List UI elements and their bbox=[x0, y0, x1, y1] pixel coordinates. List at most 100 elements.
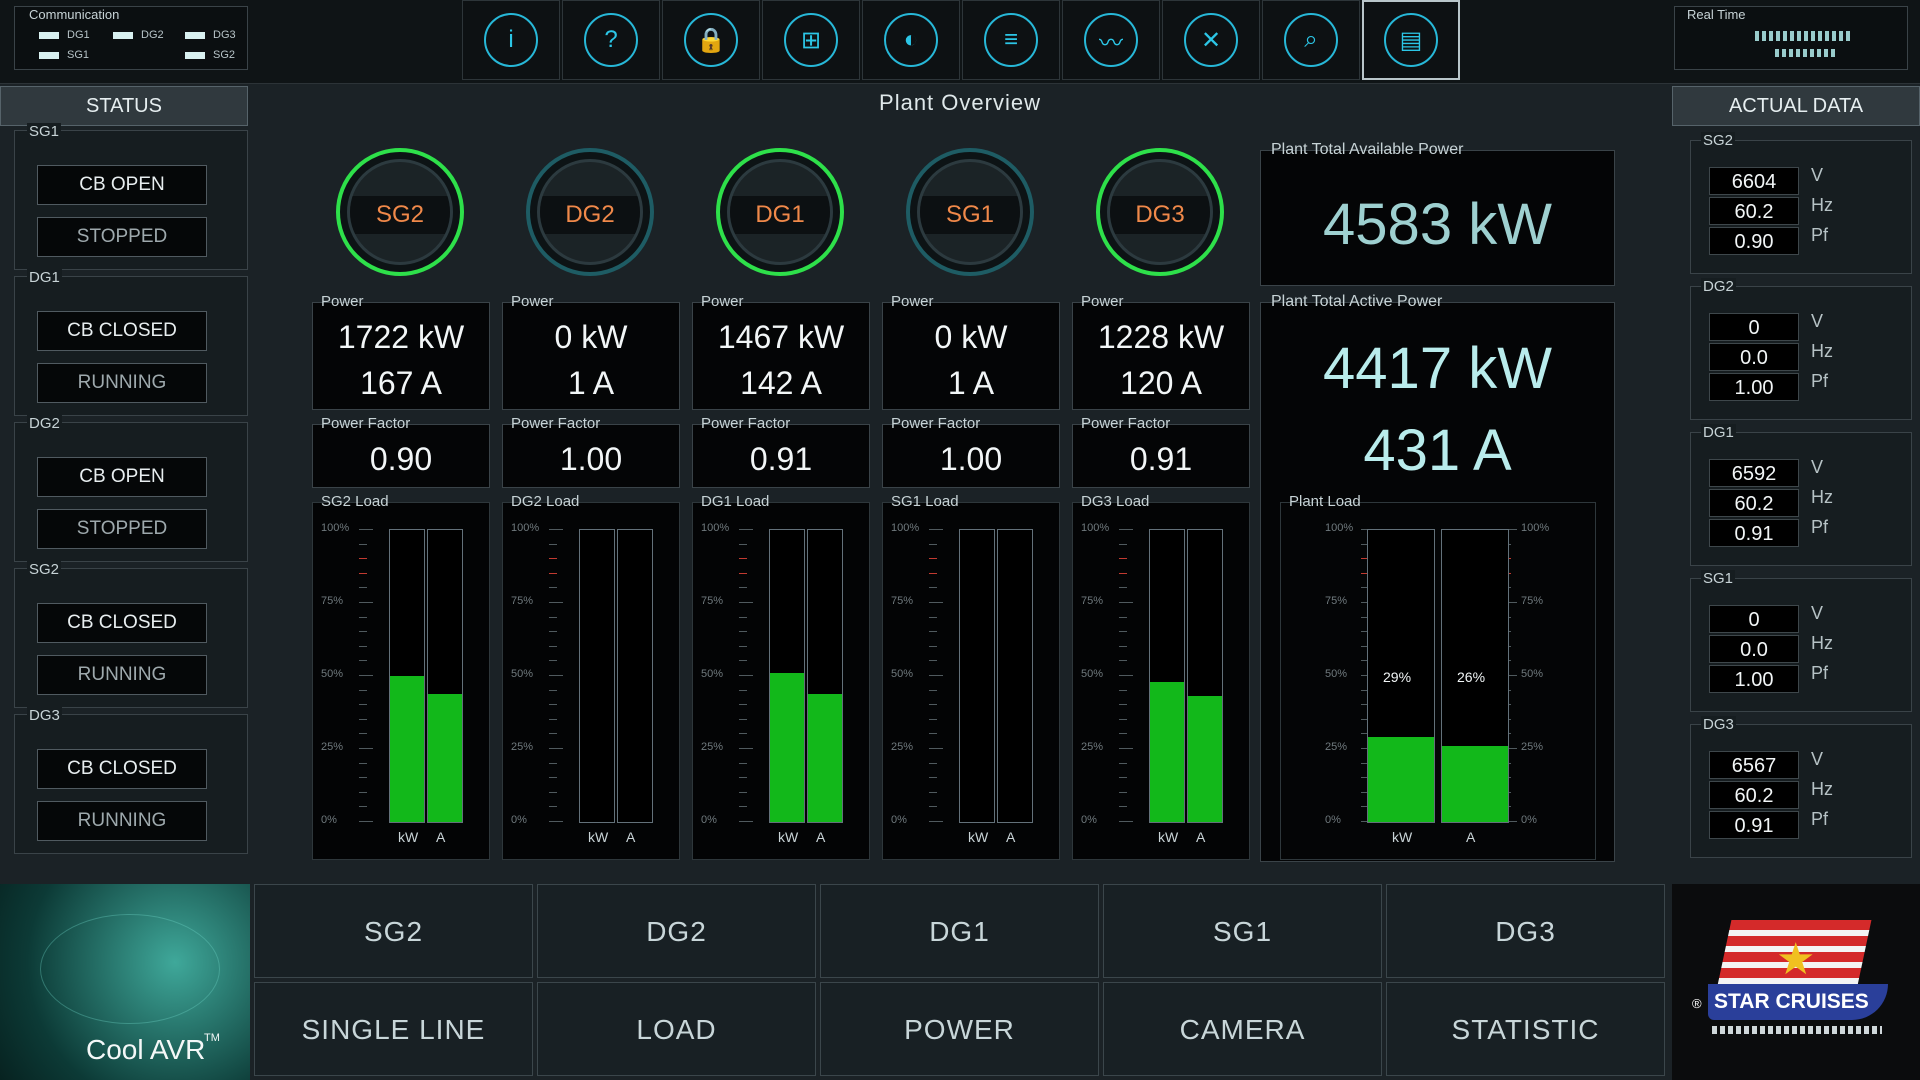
toolbar-button-list[interactable]: ≡ bbox=[962, 0, 1060, 80]
run-status: STOPPED bbox=[37, 509, 207, 549]
nav-button-dg1[interactable]: DG1 bbox=[820, 884, 1099, 978]
toolbar-button-lock[interactable]: 🔒 bbox=[662, 0, 760, 80]
generator-gauge-dg1[interactable]: DG1 bbox=[716, 148, 844, 276]
generator-gauge-dg3[interactable]: DG3 bbox=[1096, 148, 1224, 276]
axis-tick-label: 25% bbox=[1521, 741, 1544, 753]
realtime-panel: Real Time bbox=[1674, 6, 1908, 70]
nav-button-single-line[interactable]: SINGLE LINE bbox=[254, 982, 533, 1076]
actual-pf-unit: Pf bbox=[1811, 371, 1829, 391]
generator-gauge-sg2[interactable]: SG2 bbox=[336, 148, 464, 276]
actual-v-value: 0 bbox=[1709, 313, 1799, 341]
axis-tick-label: 100% bbox=[1081, 522, 1110, 534]
pf-box-sg1: Power Factor 1.00 bbox=[882, 415, 1060, 488]
power-label: Power bbox=[701, 293, 744, 310]
axis-tick bbox=[359, 777, 367, 779]
axis-tick bbox=[739, 689, 747, 691]
bar-label-a: A bbox=[626, 829, 636, 845]
axis-tick bbox=[549, 572, 557, 574]
axis-tick bbox=[929, 675, 943, 676]
toolbar-button-zoom[interactable]: ⌕ bbox=[1262, 0, 1360, 80]
actual-group-sg1: SG1 0 V 0.0 Hz 1.00 Pf bbox=[1690, 570, 1912, 712]
axis-tick bbox=[739, 718, 747, 720]
axis-tick-label: 50% bbox=[701, 668, 724, 680]
nav-button-sg2[interactable]: SG2 bbox=[254, 884, 533, 978]
run-status: STOPPED bbox=[37, 217, 207, 257]
axis-tick bbox=[1119, 821, 1133, 822]
pf-box-dg3: Power Factor 0.91 bbox=[1072, 415, 1250, 488]
plant-load-a-bar-fill bbox=[1442, 746, 1508, 822]
current-value: 142 A bbox=[740, 365, 822, 401]
nav-button-camera[interactable]: CAMERA bbox=[1103, 982, 1382, 1076]
status-group-dg1: DG1 CB CLOSED RUNNING bbox=[14, 269, 248, 416]
gauge-face: DG3 bbox=[1107, 159, 1213, 265]
actual-pf-unit: Pf bbox=[1811, 663, 1829, 683]
toolbar-button-print[interactable]: ▤ bbox=[1362, 0, 1460, 80]
actual-hz-unit: Hz bbox=[1811, 487, 1833, 507]
plant-active-value: 4417 kW bbox=[1323, 336, 1552, 401]
nav-button-load[interactable]: LOAD bbox=[537, 982, 816, 1076]
axis-tick bbox=[549, 660, 557, 662]
dg3-load-a-bar-fill bbox=[1188, 696, 1222, 822]
axis-tick-label: 25% bbox=[891, 741, 914, 753]
actual-data-header: ACTUAL DATA bbox=[1672, 86, 1920, 126]
toolbar-button-trend[interactable]: 〰 bbox=[1062, 0, 1160, 80]
help-icon: ? bbox=[584, 13, 638, 67]
current-value: 120 A bbox=[1120, 365, 1202, 401]
pf-value: 0.91 bbox=[1129, 441, 1193, 477]
pf-label: Power Factor bbox=[891, 415, 981, 432]
generator-name: DG3 bbox=[1110, 196, 1210, 234]
status-group-name: DG3 bbox=[27, 707, 62, 724]
nav-button-sg1[interactable]: SG1 bbox=[1103, 884, 1382, 978]
axis-tick-label: 50% bbox=[321, 668, 344, 680]
toolbar-button-horn[interactable]: ◐ bbox=[862, 0, 960, 80]
actual-v-value: 6592 bbox=[1709, 459, 1799, 487]
axis-tick bbox=[549, 718, 557, 720]
power-label: Power bbox=[511, 293, 554, 310]
nav-button-dg2[interactable]: DG2 bbox=[537, 884, 816, 978]
axis-tick-label: 75% bbox=[1325, 595, 1348, 607]
print-icon: ▤ bbox=[1384, 13, 1438, 67]
generator-gauge-dg2[interactable]: DG2 bbox=[526, 148, 654, 276]
axis-tick bbox=[549, 777, 557, 779]
toolbar-button-network[interactable]: ⊞ bbox=[762, 0, 860, 80]
axis-tick bbox=[1119, 704, 1127, 706]
actual-group-name: DG1 bbox=[1701, 424, 1736, 441]
axis-tick bbox=[1119, 675, 1133, 676]
axis-tick bbox=[1119, 587, 1127, 589]
axis-tick bbox=[549, 762, 557, 764]
axis-tick bbox=[739, 748, 753, 749]
actual-group-name: DG2 bbox=[1701, 278, 1736, 295]
power-box-dg2: Power 0 kW 1 A bbox=[502, 293, 680, 410]
realtime-title: Real Time bbox=[1687, 7, 1746, 22]
nav-button-statistic[interactable]: STATISTIC bbox=[1386, 982, 1665, 1076]
axis-tick-label: 100% bbox=[891, 522, 920, 534]
network-icon: ⊞ bbox=[784, 13, 838, 67]
nav-button-dg3[interactable]: DG3 bbox=[1386, 884, 1665, 978]
toolbar-button-info[interactable]: i bbox=[462, 0, 560, 80]
axis-tick bbox=[929, 631, 937, 633]
axis-tick bbox=[929, 645, 937, 647]
status-group-sg1: SG1 CB OPEN STOPPED bbox=[14, 123, 248, 270]
nav-button-power[interactable]: POWER bbox=[820, 982, 1099, 1076]
axis-tick bbox=[359, 806, 367, 808]
toolbar-button-tools[interactable]: ✕ bbox=[1162, 0, 1260, 80]
actual-group-dg2: DG2 0 V 0.0 Hz 1.00 Pf bbox=[1690, 278, 1912, 420]
generator-gauge-sg1[interactable]: SG1 bbox=[906, 148, 1034, 276]
axis-tick bbox=[739, 733, 747, 735]
axis-tick bbox=[929, 572, 937, 574]
toolbar-button-help[interactable]: ? bbox=[562, 0, 660, 80]
axis-tick bbox=[1119, 748, 1133, 749]
axis-tick bbox=[739, 762, 747, 764]
status-group-dg2: DG2 CB OPEN STOPPED bbox=[14, 415, 248, 562]
axis-tick bbox=[359, 558, 367, 560]
bar-label-kw: kW bbox=[1392, 829, 1413, 845]
power-label: Power bbox=[321, 293, 364, 310]
axis-tick bbox=[739, 572, 747, 574]
axis-tick bbox=[929, 704, 937, 706]
communication-panel: Communication DG1 DG2 DG3 SG1 SG2 bbox=[14, 6, 248, 70]
axis-tick-label: 75% bbox=[321, 595, 344, 607]
axis-tick bbox=[549, 675, 563, 676]
axis-tick bbox=[359, 645, 367, 647]
bar-label-a: A bbox=[816, 829, 826, 845]
axis-tick-label: 50% bbox=[1081, 668, 1104, 680]
